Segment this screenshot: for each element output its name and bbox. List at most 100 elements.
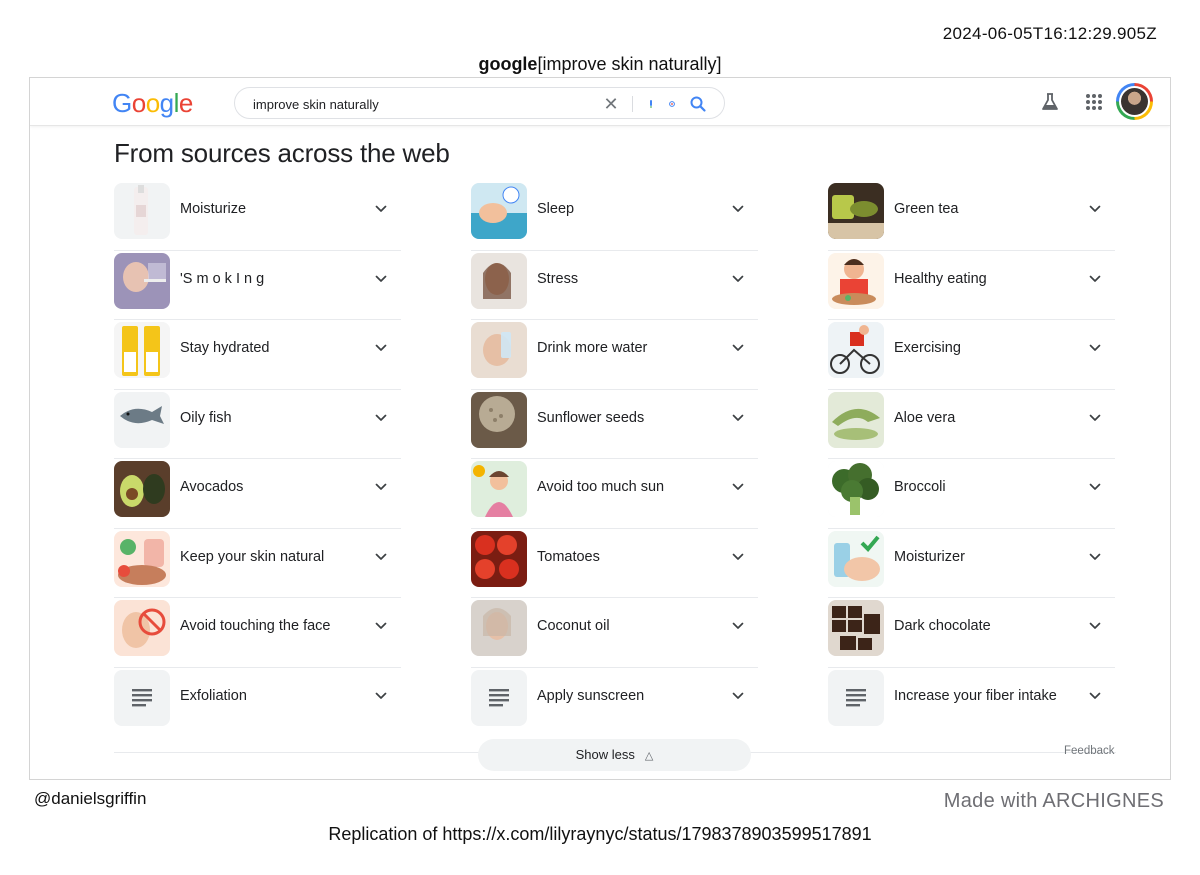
topic-row[interactable]: Avoid touching the face: [114, 598, 401, 668]
chevron-down-icon[interactable]: [373, 410, 389, 426]
google-logo[interactable]: Google: [112, 88, 193, 119]
topic-row[interactable]: Healthy eating: [828, 251, 1115, 320]
topic-label: Oily fish: [180, 409, 232, 426]
labs-flask-icon[interactable]: [1039, 91, 1061, 113]
topic-thumbnail: [114, 183, 170, 239]
topic-row[interactable]: Sleep: [471, 181, 758, 251]
author-handle: @danielsgriffin: [34, 789, 147, 808]
topic-row[interactable]: Green tea: [828, 181, 1115, 251]
topics-column-3: Green tea Healthy eating Exercising Aloe ve…: [828, 181, 1115, 737]
topic-label: Moisturize: [180, 201, 247, 217]
chevron-down-icon[interactable]: [730, 201, 746, 217]
topic-thumbnail: [471, 183, 527, 239]
topic-thumbnail: [114, 600, 170, 656]
topic-label: Avocados: [180, 479, 244, 495]
topic-row[interactable]: Avocados: [114, 459, 401, 529]
section-title: From sources across the web: [114, 138, 450, 168]
topic-thumbnail: [114, 391, 170, 448]
chevron-down-icon[interactable]: [730, 618, 746, 634]
show-less-button[interactable]: Show less △: [478, 739, 751, 771]
topic-thumbnail: [114, 530, 170, 587]
search-box: ✕: [234, 87, 725, 119]
topic-row[interactable]: Moisturize: [114, 181, 401, 251]
topic-row[interactable]: Stress: [471, 251, 758, 320]
topic-thumbnail: [471, 391, 527, 448]
chevron-down-icon[interactable]: [1087, 201, 1103, 217]
topic-thumbnail: [828, 600, 884, 656]
topic-row[interactable]: Drink more water: [471, 320, 758, 390]
chevron-down-icon[interactable]: [373, 688, 389, 704]
caption-query: [improve skin naturally]: [537, 54, 722, 74]
topics-column-1: Moisturize 'S m o k I n g Stay hydrated Oil…: [114, 181, 401, 737]
topic-label: Apply sunscreen: [537, 687, 645, 704]
topic-row[interactable]: Moisturizer: [828, 529, 1115, 598]
topic-label: Broccoli: [894, 479, 946, 495]
caption: google[improve skin naturally]: [0, 54, 1200, 75]
topic-row[interactable]: 'S m o k I n g: [114, 251, 401, 320]
chevron-down-icon[interactable]: [373, 479, 389, 495]
chevron-down-icon[interactable]: [373, 271, 389, 287]
chevron-down-icon[interactable]: [730, 271, 746, 287]
article-icon: [114, 669, 170, 726]
topic-row[interactable]: Exfoliation: [114, 668, 401, 738]
chevron-up-icon: △: [644, 750, 654, 762]
lens-icon[interactable]: [665, 94, 679, 114]
mic-icon[interactable]: [644, 94, 658, 114]
chevron-down-icon[interactable]: [1087, 618, 1103, 634]
feedback-link[interactable]: Feedback: [1064, 745, 1115, 757]
browser-frame: Google ✕ From sources across the web Moi…: [29, 77, 1171, 780]
topic-row[interactable]: Exercising: [828, 320, 1115, 390]
topic-label: Dark chocolate: [894, 618, 991, 634]
topic-thumbnail: [471, 600, 527, 656]
topic-row[interactable]: Coconut oil: [471, 598, 758, 668]
chevron-down-icon[interactable]: [1087, 271, 1103, 287]
topic-label: Avoid touching the face: [180, 618, 331, 634]
chevron-down-icon[interactable]: [1087, 479, 1103, 495]
chevron-down-icon[interactable]: [730, 688, 746, 704]
made-with-label: Made with ARCHIGNES: [943, 790, 1164, 812]
topic-row[interactable]: Oily fish: [114, 390, 401, 459]
topic-row[interactable]: Aloe vera: [828, 390, 1115, 459]
topic-label: Exercising: [894, 340, 961, 356]
chevron-down-icon[interactable]: [373, 618, 389, 634]
clear-icon[interactable]: ✕: [601, 94, 621, 114]
topic-label: Avoid too much sun: [537, 479, 665, 495]
chevron-down-icon[interactable]: [373, 201, 389, 217]
article-icon: [471, 669, 527, 726]
topic-row[interactable]: Keep your skin natural: [114, 529, 401, 598]
topic-row[interactable]: Sunflower seeds: [471, 390, 758, 459]
top-bar: Google ✕: [30, 78, 1170, 126]
search-input[interactable]: [253, 94, 593, 114]
topic-thumbnail: [828, 252, 884, 309]
topic-row[interactable]: Stay hydrated: [114, 320, 401, 390]
apps-grid-icon[interactable]: [1083, 91, 1105, 113]
chevron-down-icon[interactable]: [1087, 549, 1103, 565]
chevron-down-icon[interactable]: [730, 340, 746, 356]
chevron-down-icon[interactable]: [730, 479, 746, 495]
topic-row[interactable]: Avoid too much sun: [471, 459, 758, 529]
topic-label: Aloe vera: [894, 409, 956, 426]
chevron-down-icon[interactable]: [373, 549, 389, 565]
topic-row[interactable]: Increase your fiber intake: [828, 668, 1115, 738]
topic-label: Keep your skin natural: [180, 548, 325, 565]
topic-label: Exfoliation: [180, 687, 247, 704]
chevron-down-icon[interactable]: [373, 340, 389, 356]
topic-row[interactable]: Apply sunscreen: [471, 668, 758, 738]
topic-thumbnail: [471, 530, 527, 587]
chevron-down-icon[interactable]: [730, 549, 746, 565]
topic-thumbnail: [828, 322, 884, 378]
replication-note: Replication of https://x.com/lilyraynyc/…: [328, 824, 872, 844]
chevron-down-icon[interactable]: [730, 410, 746, 426]
topic-thumbnail: [471, 252, 527, 309]
avatar[interactable]: [1116, 83, 1153, 120]
chevron-down-icon[interactable]: [1087, 410, 1103, 426]
search-icon[interactable]: [688, 94, 708, 114]
topic-label: Stay hydrated: [180, 340, 270, 356]
topic-row[interactable]: Broccoli: [828, 459, 1115, 529]
topic-label: Drink more water: [537, 340, 648, 356]
topic-row[interactable]: Tomatoes: [471, 529, 758, 598]
topic-row[interactable]: Dark chocolate: [828, 598, 1115, 668]
chevron-down-icon[interactable]: [1087, 340, 1103, 356]
chevron-down-icon[interactable]: [1087, 688, 1103, 704]
logo-letter: e: [178, 88, 193, 118]
